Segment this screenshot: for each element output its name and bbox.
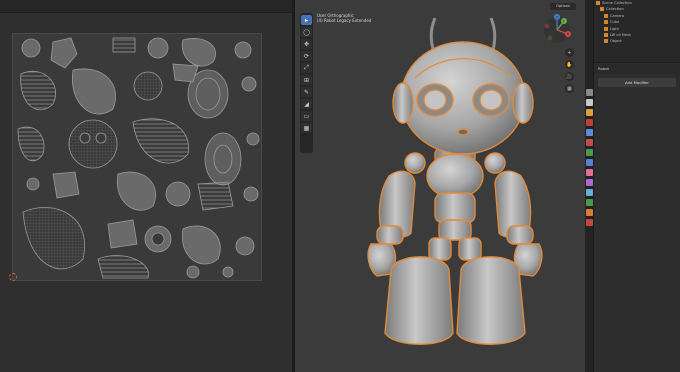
collection-icon <box>596 1 600 5</box>
scale-tool-button[interactable]: ⤢ <box>301 63 312 73</box>
annotate-tool-button[interactable]: ✎ <box>301 87 312 97</box>
physics-tab-icon[interactable] <box>586 179 593 186</box>
add-modifier-button[interactable]: Add Modifier <box>598 78 676 87</box>
cursor-tool-button[interactable]: ◯ <box>301 27 312 37</box>
particles-tab-icon[interactable] <box>586 169 593 176</box>
transform-tool-button[interactable]: ⊞ <box>301 75 312 85</box>
mesh-icon <box>604 39 608 44</box>
uv-editor-header[interactable] <box>0 0 292 13</box>
rotate-tool-button[interactable]: ⟳ <box>301 51 312 61</box>
pan-icon[interactable]: ✋ <box>565 60 574 69</box>
properties-tab-bar <box>585 0 594 372</box>
world-tab-icon[interactable] <box>586 139 593 146</box>
extra-tool-button[interactable]: ▦ <box>301 123 312 133</box>
material-tab-icon[interactable] <box>586 209 593 216</box>
light-icon <box>604 26 608 31</box>
uv-islands <box>13 34 261 280</box>
uv-editor[interactable] <box>0 0 292 372</box>
tool-shelf: ▸ ◯ ✥ ⟳ ⤢ ⊞ ✎ ◢ ▭ ▦ <box>300 13 313 153</box>
render-tab-icon[interactable] <box>586 99 593 106</box>
constraints-tab-icon[interactable] <box>586 189 593 196</box>
select-tool-button[interactable]: ▸ <box>301 15 312 25</box>
camera-icon <box>604 13 608 18</box>
tool-tab-icon[interactable] <box>586 89 593 96</box>
2d-cursor-icon[interactable] <box>9 273 17 281</box>
outliner[interactable]: Scene Collection Collection Camera Cube … <box>594 0 680 63</box>
object-name-header: Robot <box>594 64 680 74</box>
robot-model[interactable] <box>325 8 555 358</box>
viewport-options-menu[interactable]: Options <box>550 3 576 10</box>
uv-texture-canvas[interactable] <box>12 33 262 281</box>
add-cube-tool-button[interactable]: ▭ <box>301 111 312 121</box>
navigation-gizmo[interactable]: X Y Z <box>542 14 572 46</box>
perspective-toggle-icon[interactable]: ▦ <box>565 84 574 93</box>
zoom-icon[interactable]: + <box>565 48 574 57</box>
texture-tab-icon[interactable] <box>586 219 593 226</box>
outliner-row[interactable]: Object <box>594 38 680 44</box>
viewport-nav-buttons: + ✋ 🎥 ▦ <box>565 48 575 96</box>
object-tab-icon[interactable] <box>586 149 593 156</box>
mesh-icon <box>604 20 608 25</box>
mesh-icon <box>604 32 608 37</box>
object-name: Robot <box>598 66 610 71</box>
scene-tab-icon[interactable] <box>586 129 593 136</box>
properties-panel: Robot Add Modifier <box>594 64 680 91</box>
move-tool-button[interactable]: ✥ <box>301 39 312 49</box>
modifier-tab-icon[interactable] <box>586 159 593 166</box>
right-sidebar: Scene Collection Collection Camera Cube … <box>594 0 680 372</box>
measure-tool-button[interactable]: ◢ <box>301 99 312 109</box>
collection-icon <box>600 7 604 12</box>
3d-viewport[interactable]: User Orthographic (4) Robot Legacy Exten… <box>295 0 585 372</box>
data-tab-icon[interactable] <box>586 199 593 206</box>
view-layer-tab-icon[interactable] <box>586 119 593 126</box>
camera-view-icon[interactable]: 🎥 <box>565 72 574 81</box>
output-tab-icon[interactable] <box>586 109 593 116</box>
